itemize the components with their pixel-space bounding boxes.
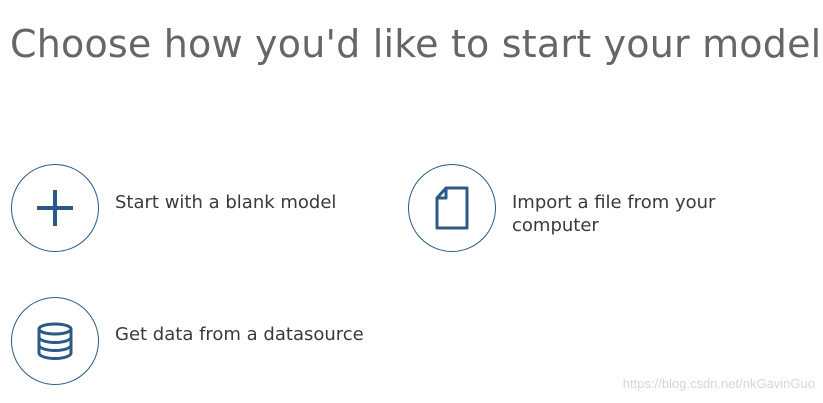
datasource-label: Get data from a datasource <box>115 324 364 345</box>
page-title: Choose how you'd like to start your mode… <box>10 22 822 66</box>
import-file-label: Import a file from your computer <box>512 192 716 236</box>
datasource-option[interactable]: Get data from a datasource <box>11 297 391 387</box>
plus-icon <box>37 190 73 226</box>
watermark: https://blog.csdn.net/nkGavinGuo <box>622 376 815 391</box>
datasource-button[interactable] <box>11 297 99 385</box>
blank-model-button[interactable] <box>11 164 99 252</box>
database-icon <box>37 322 73 361</box>
import-file-button[interactable] <box>408 164 496 252</box>
blank-model-label: Start with a blank model <box>115 192 337 213</box>
import-file-option[interactable]: Import a file from your computer <box>408 164 788 254</box>
start-blank-model-option[interactable]: Start with a blank model <box>11 164 371 254</box>
file-icon <box>435 186 469 230</box>
